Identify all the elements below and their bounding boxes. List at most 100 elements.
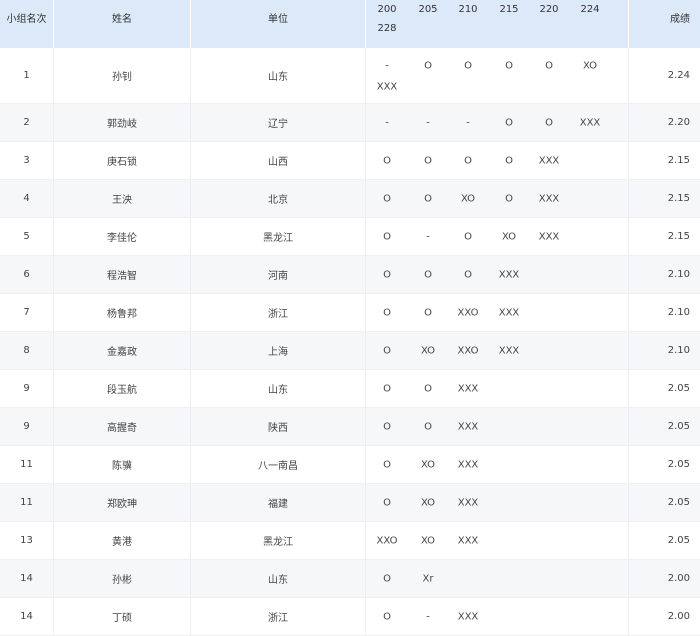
rank-cell: 14 — [0, 560, 54, 597]
attempt-mark: XXX — [498, 345, 520, 356]
attempts-cell: O O XO O XXX — [366, 180, 629, 217]
attempt-mark: XO — [460, 193, 476, 204]
rank-cell: 5 — [0, 218, 54, 255]
rank-cell: 8 — [0, 332, 54, 369]
athlete-unit-cell: 浙江 — [191, 294, 366, 331]
rank: 9 — [23, 383, 30, 394]
athlete-unit: 山东 — [268, 72, 288, 83]
attempt-mark: - — [385, 117, 389, 128]
header-height-224: 224 — [580, 4, 600, 15]
attempt-mark: XXO — [457, 307, 479, 318]
attempt-mark: O — [383, 573, 391, 584]
result-cell: 2.05 — [629, 408, 700, 445]
table-row: 7 杨鲁邦 浙江 O O XXO XXX 2.10 — [0, 294, 700, 332]
header-height-200: 200 — [377, 4, 397, 15]
athlete-name-cell: 郭劲岐 — [54, 104, 191, 141]
rank-cell: 9 — [0, 370, 54, 407]
attempt-mark: O — [424, 60, 432, 72]
attempt-mark: O — [505, 117, 513, 128]
athlete-name-cell: 丁硕 — [54, 598, 191, 635]
table-row: 5 李佳伦 黑龙江 O - O XO XXX 2.15 — [0, 218, 700, 256]
athlete-unit-cell: 黑龙江 — [191, 218, 366, 255]
athlete-unit: 福建 — [268, 499, 288, 510]
result: 2.20 — [667, 117, 690, 128]
header-unit-label: 单位 — [268, 13, 288, 25]
attempt-mark: - — [385, 60, 389, 72]
athlete-name: 段玉航 — [107, 385, 137, 396]
attempt-mark: O — [383, 383, 391, 394]
result-cell: 2.00 — [629, 598, 700, 635]
athlete-name: 程浩智 — [107, 271, 137, 282]
attempt-mark: O — [545, 60, 553, 72]
attempts-cell: O XO XXX — [366, 446, 629, 483]
result: 2.05 — [667, 535, 690, 546]
athlete-unit-cell: 山东 — [191, 48, 366, 103]
rank: 2 — [23, 117, 30, 128]
header-rank: 小组名次 — [0, 0, 54, 48]
athlete-name: 郭劲岐 — [107, 119, 137, 130]
athlete-name-cell: 孙彬 — [54, 560, 191, 597]
rank-cell: 2 — [0, 104, 54, 141]
attempt-mark: O — [505, 155, 513, 166]
athlete-name-cell: 金嘉政 — [54, 332, 191, 369]
result-cell: 2.05 — [629, 484, 700, 521]
attempt-mark: O — [505, 193, 513, 204]
result-cell: 2.15 — [629, 142, 700, 179]
athlete-name-cell: 杨鲁邦 — [54, 294, 191, 331]
attempt-mark: Xr — [422, 573, 434, 584]
header-unit: 单位 — [191, 0, 366, 48]
attempt-mark: O — [383, 231, 391, 242]
athlete-name-cell: 庚石锁 — [54, 142, 191, 179]
athlete-name: 郑欧珅 — [107, 499, 137, 510]
result-cell: 2.15 — [629, 180, 700, 217]
athlete-unit-cell: 福建 — [191, 484, 366, 521]
table-row: 14 丁硕 浙江 O - XXX 2.00 — [0, 598, 700, 636]
rank: 14 — [20, 573, 33, 584]
athlete-unit-cell: 浙江 — [191, 598, 366, 635]
attempt-mark: O — [505, 60, 513, 72]
rank: 4 — [23, 193, 30, 204]
rank-cell: 11 — [0, 446, 54, 483]
result: 2.10 — [667, 307, 690, 318]
attempt-mark: XXO — [457, 345, 479, 356]
attempt-mark: O — [383, 611, 391, 622]
attempt-mark: - — [426, 231, 430, 242]
attempt-mark: XXX — [538, 231, 560, 242]
attempts-cell: - - - O O XXX — [366, 104, 629, 141]
athlete-unit: 上海 — [268, 347, 288, 358]
table-row: 2 郭劲岐 辽宁 - - - O O XXX 2.20 — [0, 104, 700, 142]
attempt-mark: XXX — [457, 535, 479, 546]
attempt-mark: XO — [420, 535, 436, 546]
attempt-mark: XXX — [457, 459, 479, 470]
header-height-205: 205 — [418, 4, 438, 15]
attempts-cell: XXO XO XXX — [366, 522, 629, 559]
athlete-name-cell: 郑欧珅 — [54, 484, 191, 521]
attempt-mark: O — [424, 383, 432, 394]
attempts-cell: O Xr — [366, 560, 629, 597]
header-height-220: 220 — [539, 4, 559, 15]
rank: 11 — [20, 459, 33, 470]
athlete-unit: 北京 — [268, 195, 288, 206]
attempt-mark: O — [424, 155, 432, 166]
header-rank-label: 小组名次 — [6, 13, 47, 25]
attempt-mark: - — [426, 611, 430, 622]
table-row: 1 孙钊 山东 - O O O O XO XXX 2.24 — [0, 48, 700, 104]
result: 2.10 — [667, 345, 690, 356]
attempts-cell: O XO XXX — [366, 484, 629, 521]
attempt-mark: XO — [420, 497, 436, 508]
rank: 5 — [23, 231, 30, 242]
athlete-unit-cell: 山西 — [191, 142, 366, 179]
athlete-name-cell: 李佳伦 — [54, 218, 191, 255]
athlete-unit: 浙江 — [268, 309, 288, 320]
attempt-mark: O — [424, 307, 432, 318]
attempts-cell: O O O O XXX — [366, 142, 629, 179]
athlete-name-cell: 程浩智 — [54, 256, 191, 293]
table-body: 1 孙钊 山东 - O O O O XO XXX 2.24 2 郭劲岐 辽宁 - - - O O XXX 2.20 3 庚石… — [0, 48, 700, 636]
attempts-cell: O - O XO XXX — [366, 218, 629, 255]
athlete-unit-cell: 八一南昌 — [191, 446, 366, 483]
athlete-unit: 辽宁 — [268, 119, 288, 130]
header-name-label: 姓名 — [112, 13, 132, 25]
athlete-name: 金嘉政 — [107, 347, 137, 358]
athlete-unit: 山东 — [268, 575, 288, 586]
attempt-mark: O — [383, 497, 391, 508]
